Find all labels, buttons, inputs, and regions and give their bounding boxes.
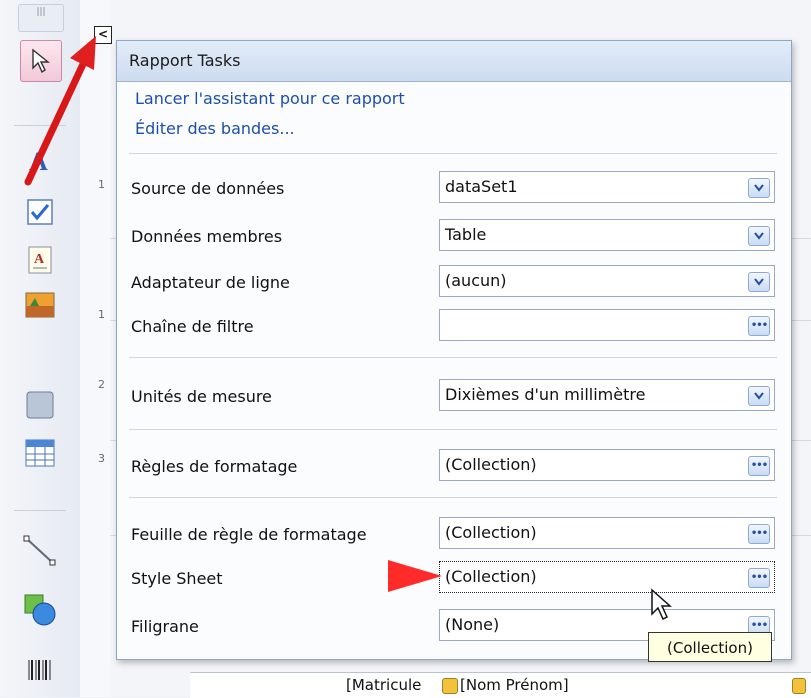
red-arrow-smart-tag-icon	[24, 36, 96, 186]
tooltip: (Collection)	[648, 632, 772, 662]
mouse-cursor-icon	[651, 588, 672, 621]
red-arrow-style-sheet-icon	[278, 560, 442, 592]
annotation-arrows	[24, 36, 442, 592]
